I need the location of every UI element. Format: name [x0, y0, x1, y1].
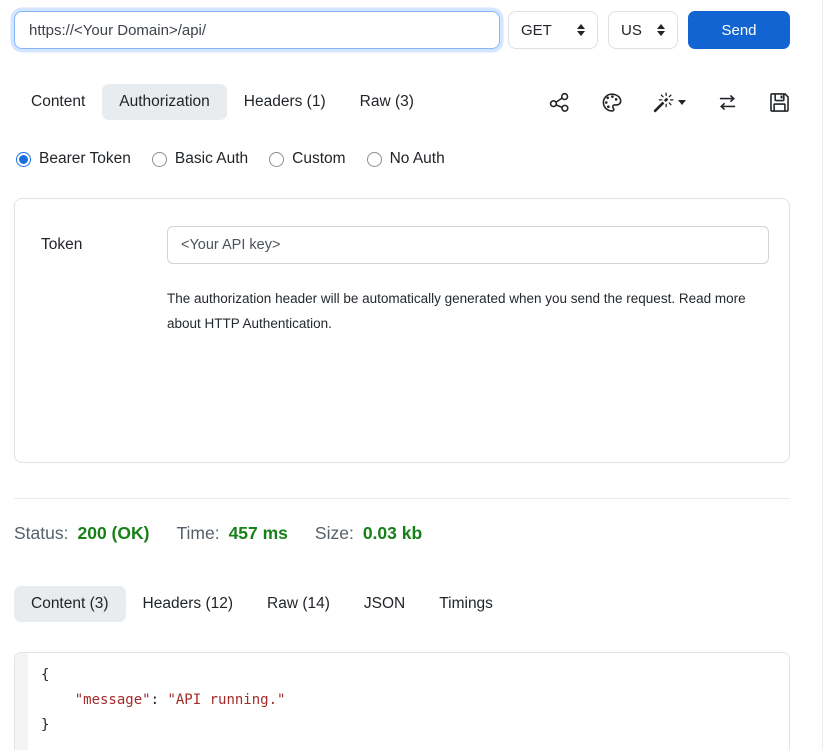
- method-select-value: GET: [521, 22, 552, 39]
- size-item: Size: 0.03 kb: [315, 523, 422, 544]
- region-select-value: US: [621, 22, 642, 39]
- response-body-viewer[interactable]: { "message": "API running." }: [14, 652, 790, 750]
- time-value: 457 ms: [229, 523, 288, 544]
- auth-option-label: Custom: [292, 150, 345, 168]
- swap-arrows-icon[interactable]: [717, 92, 738, 113]
- token-input[interactable]: [167, 226, 769, 264]
- auth-option-label: No Auth: [390, 150, 445, 168]
- radio-icon: [367, 152, 382, 167]
- save-icon[interactable]: [769, 92, 790, 113]
- auth-option-label: Basic Auth: [175, 150, 248, 168]
- request-tabs: Content Authorization Headers (1) Raw (3…: [14, 84, 790, 120]
- select-spinner-icon: [657, 24, 665, 36]
- magic-wand-icon[interactable]: [653, 92, 686, 113]
- chevron-down-icon: [678, 100, 686, 105]
- json-value: "API running.": [167, 692, 285, 708]
- auth-option-bearer-token[interactable]: Bearer Token: [16, 150, 131, 168]
- json-close-brace: }: [41, 717, 49, 733]
- send-button[interactable]: Send: [688, 11, 790, 49]
- section-divider: [14, 498, 790, 499]
- response-tabs: Content (3) Headers (12) Raw (14) JSON T…: [14, 586, 790, 622]
- status-value: 200 (OK): [77, 523, 149, 544]
- auth-option-custom[interactable]: Custom: [269, 150, 345, 168]
- request-toolbar: [549, 92, 790, 113]
- auth-type-options: Bearer Token Basic Auth Custom No Auth: [16, 150, 445, 168]
- tab-response-json[interactable]: JSON: [347, 586, 422, 622]
- content-column-border: [822, 0, 823, 750]
- url-input[interactable]: [14, 11, 500, 49]
- status-label: Status:: [14, 523, 68, 544]
- tab-content[interactable]: Content: [14, 84, 102, 120]
- token-label: Token: [41, 236, 82, 254]
- theme-palette-icon[interactable]: [601, 92, 622, 113]
- size-label: Size:: [315, 523, 354, 544]
- tab-raw[interactable]: Raw (3): [343, 84, 431, 120]
- tab-response-timings[interactable]: Timings: [422, 586, 510, 622]
- size-value: 0.03 kb: [363, 523, 422, 544]
- status-item: Status: 200 (OK): [14, 523, 149, 544]
- auth-option-label: Bearer Token: [39, 150, 131, 168]
- request-url-row: GET US Send: [14, 11, 790, 49]
- region-select[interactable]: US: [608, 11, 678, 49]
- share-icon[interactable]: [549, 92, 570, 113]
- select-spinner-icon: [577, 24, 585, 36]
- radio-icon: [152, 152, 167, 167]
- response-json-body: { "message": "API running." }: [28, 653, 789, 750]
- time-label: Time:: [176, 523, 219, 544]
- radio-selected-icon: [16, 152, 31, 167]
- bearer-token-panel: Token The authorization header will be a…: [14, 198, 790, 463]
- api-client-page: GET US Send Content Authorization Header…: [0, 0, 837, 750]
- auth-option-basic-auth[interactable]: Basic Auth: [152, 150, 248, 168]
- radio-icon: [269, 152, 284, 167]
- json-key: "message": [75, 692, 151, 708]
- auth-option-no-auth[interactable]: No Auth: [367, 150, 445, 168]
- code-gutter: [15, 653, 28, 750]
- json-indent: [41, 692, 75, 708]
- tab-response-headers[interactable]: Headers (12): [126, 586, 250, 622]
- json-open-brace: {: [41, 667, 49, 683]
- tab-response-content[interactable]: Content (3): [14, 586, 126, 622]
- response-status-row: Status: 200 (OK) Time: 457 ms Size: 0.03…: [14, 523, 422, 544]
- time-item: Time: 457 ms: [176, 523, 287, 544]
- tab-authorization[interactable]: Authorization: [102, 84, 226, 120]
- auth-help-text: The authorization header will be automat…: [167, 286, 759, 336]
- json-separator: :: [151, 692, 168, 708]
- method-select[interactable]: GET: [508, 11, 598, 49]
- tab-response-raw[interactable]: Raw (14): [250, 586, 347, 622]
- tab-headers[interactable]: Headers (1): [227, 84, 343, 120]
